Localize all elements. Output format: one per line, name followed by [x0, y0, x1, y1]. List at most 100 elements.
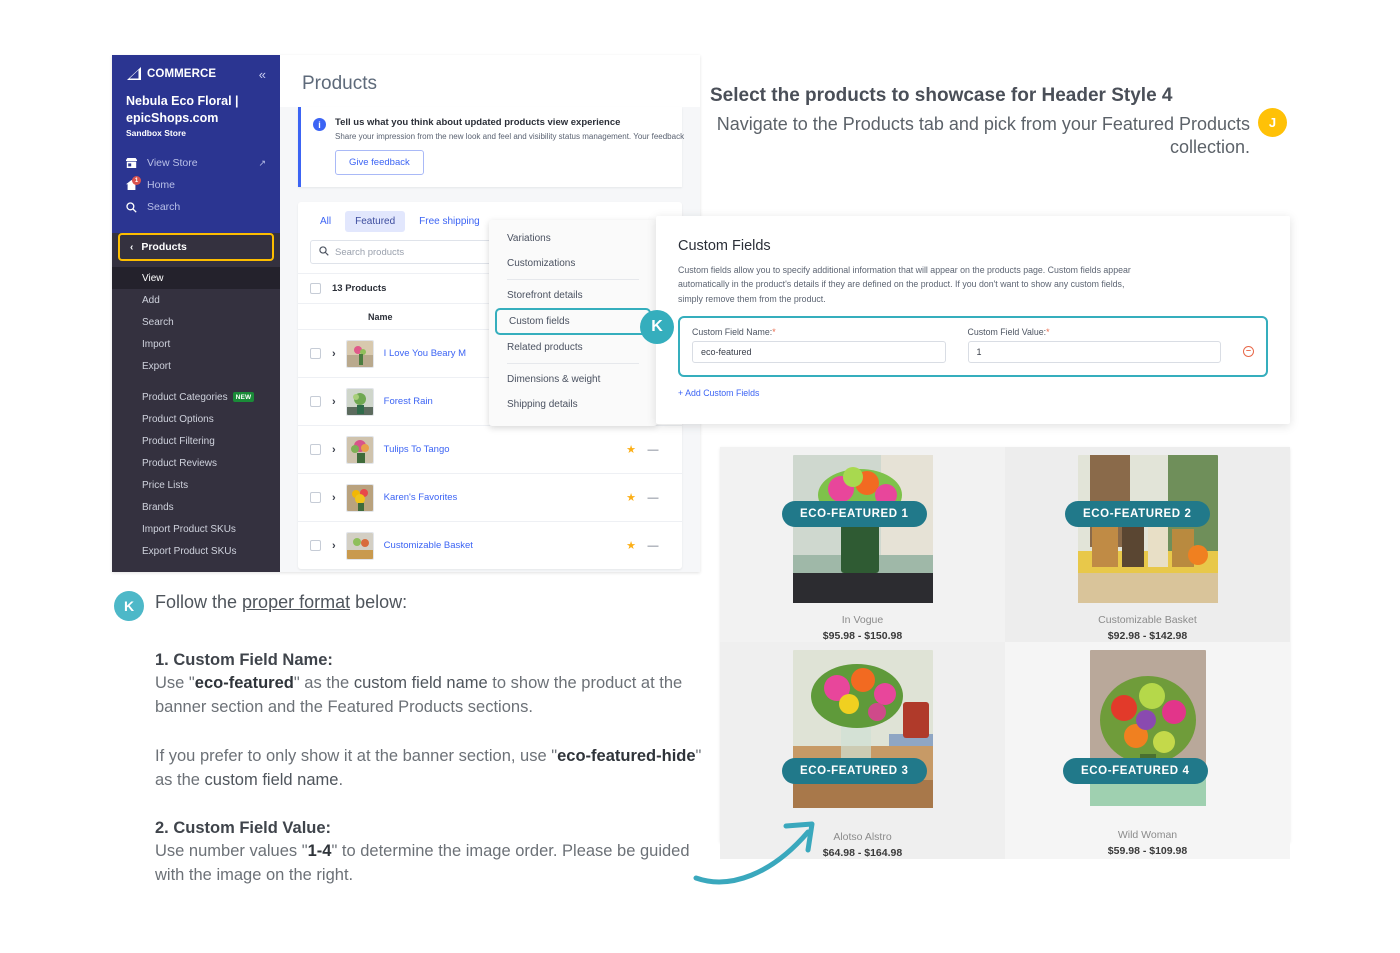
sidebar-item-brands[interactable]: Brands [112, 496, 280, 518]
expand-row-icon[interactable]: › [332, 396, 336, 408]
logo-text: COMMERCE [147, 68, 216, 80]
product-thumbnail [346, 388, 374, 416]
featured-star-icon[interactable]: ★ [626, 443, 636, 456]
custom-field-name-input[interactable]: eco-featured [692, 341, 946, 363]
sidebar-item-export[interactable]: Export [112, 355, 280, 377]
sidebar-item-search-sub[interactable]: Search [112, 311, 280, 333]
preview-product-name-1: In Vogue [842, 614, 883, 626]
search-placeholder: Search products [335, 247, 404, 258]
required-marker: * [772, 327, 775, 337]
sidebar-item-view-store[interactable]: View Store ↗ [112, 152, 280, 174]
s1-a: Use " [155, 674, 195, 692]
expand-row-icon[interactable]: › [332, 348, 336, 360]
sidebar-item-label: Export Product SKUs [142, 546, 236, 557]
menu-item-shipping-details[interactable]: Shipping details [489, 392, 657, 417]
sidebar-item-label: Products [141, 241, 187, 253]
s1p2-semi: custom field name [205, 771, 339, 789]
step-badge-j: J [1258, 108, 1287, 137]
table-row[interactable]: › Customizable Basket ★ — [298, 521, 682, 569]
product-thumbnail [346, 340, 374, 368]
preview-cell-1: ECO-FEATURED 1 In Vogue $95.98 - $150.98 [720, 447, 1005, 642]
menu-item-variations[interactable]: Variations [489, 226, 657, 251]
sidebar-item-product-categories[interactable]: Product Categories NEW [112, 386, 280, 408]
new-badge: NEW [233, 392, 255, 402]
row-checkbox[interactable] [310, 492, 321, 503]
sidebar-item-price-lists[interactable]: Price Lists [112, 474, 280, 496]
expand-row-icon[interactable]: › [332, 492, 336, 504]
sidebar-item-import[interactable]: Import [112, 333, 280, 355]
sidebar-item-label: Brands [142, 502, 174, 513]
custom-field-value-input[interactable]: 1 [968, 341, 1222, 363]
featured-star-icon[interactable]: ★ [626, 491, 636, 504]
section1-body: Use "eco-featured" as the custom field n… [155, 671, 715, 720]
required-marker: * [1046, 327, 1049, 337]
row-dash: — [636, 540, 670, 552]
sidebar-item-label: Product Reviews [142, 458, 217, 469]
headline-subtitle: Navigate to the Products tab and pick fr… [710, 113, 1250, 160]
bigcommerce-logo[interactable]: COMMERCE [126, 67, 216, 81]
sidebar-top-nav: View Store ↗ 1 Home Search [112, 138, 280, 224]
sidebar-item-label: Search [147, 201, 180, 213]
feedback-notice: i Tell us what you think about updated p… [298, 107, 682, 187]
s1p2-a: If you prefer to only show it at the ban… [155, 747, 557, 765]
tab-all[interactable]: All [310, 211, 341, 232]
sidebar-item-import-skus[interactable]: Import Product SKUs [112, 518, 280, 540]
sidebar-item-search[interactable]: Search [112, 196, 280, 218]
menu-divider [507, 279, 639, 280]
menu-item-storefront-details[interactable]: Storefront details [489, 283, 657, 308]
sidebar-item-product-filtering[interactable]: Product Filtering [112, 430, 280, 452]
s1p2-bold: eco-featured-hide [557, 747, 695, 765]
section2-body: Use number values "1-4" to determine the… [155, 839, 715, 888]
sidebar-item-products[interactable]: ‹ Products [118, 233, 274, 261]
table-row[interactable]: › Tulips To Tango ★ — [298, 425, 682, 473]
collapse-sidebar-icon[interactable]: « [259, 68, 266, 81]
expand-row-icon[interactable]: › [332, 540, 336, 552]
product-name[interactable]: I Love You Beary M [384, 348, 466, 359]
menu-item-related-products[interactable]: Related products [489, 335, 657, 360]
tab-free-shipping[interactable]: Free shipping [409, 211, 490, 232]
s2-a: Use number values " [155, 842, 308, 860]
product-name[interactable]: Forest Rain [384, 396, 433, 407]
sidebar-item-label: Add [142, 295, 160, 306]
sidebar-item-add[interactable]: Add [112, 289, 280, 311]
sidebar-item-product-reviews[interactable]: Product Reviews [112, 452, 280, 474]
panel-title: Custom Fields [678, 238, 1268, 254]
sidebar-item-product-options[interactable]: Product Options [112, 408, 280, 430]
page-root: COMMERCE « Nebula Eco Floral |epicShops.… [0, 0, 1400, 953]
product-name[interactable]: Customizable Basket [384, 540, 473, 551]
bigcommerce-logo-icon [126, 67, 146, 81]
featured-products-preview-grid: ECO-FEATURED 1 In Vogue $95.98 - $150.98 [720, 447, 1290, 842]
preview-product-price-4: $59.98 - $109.98 [1108, 845, 1187, 857]
preview-product-price-1: $95.98 - $150.98 [823, 630, 902, 642]
select-all-checkbox[interactable] [310, 283, 321, 294]
custom-field-value-col: Custom Field Value:* 1 [968, 327, 1222, 363]
s1p2-c: . [338, 771, 343, 789]
sidebar-item-home[interactable]: 1 Home [112, 174, 280, 196]
step-badge-k-text: K [114, 591, 144, 621]
featured-star-icon[interactable]: ★ [626, 539, 636, 552]
row-checkbox[interactable] [310, 396, 321, 407]
chevron-left-icon: ‹ [130, 242, 133, 253]
product-name[interactable]: Karen's Favorites [384, 492, 458, 503]
product-name[interactable]: Tulips To Tango [384, 444, 450, 455]
product-sections-menu: Variations Customizations Storefront det… [489, 220, 657, 426]
table-row[interactable]: › Karen's Favorites ★ — [298, 473, 682, 521]
instruction-section-2: 2. Custom Field Value: Use number values… [155, 819, 715, 888]
product-thumbnail [346, 532, 374, 560]
menu-item-custom-fields[interactable]: Custom fields [495, 308, 651, 335]
row-checkbox[interactable] [310, 444, 321, 455]
row-checkbox[interactable] [310, 348, 321, 359]
row-checkbox[interactable] [310, 540, 321, 551]
logo-row: COMMERCE « [112, 55, 280, 89]
menu-item-dimensions-weight[interactable]: Dimensions & weight [489, 367, 657, 392]
tab-featured[interactable]: Featured [345, 211, 405, 232]
expand-row-icon[interactable]: › [332, 444, 336, 456]
sidebar-item-export-skus[interactable]: Export Product SKUs [112, 540, 280, 562]
sidebar-item-view[interactable]: View [112, 267, 280, 289]
give-feedback-button[interactable]: Give feedback [335, 150, 424, 175]
menu-item-customizations[interactable]: Customizations [489, 251, 657, 276]
row-dash: — [636, 444, 670, 456]
sidebar-item-label: Home [147, 179, 175, 191]
remove-field-icon[interactable]: – [1243, 346, 1254, 357]
add-custom-fields-link[interactable]: + Add Custom Fields [678, 388, 1268, 398]
